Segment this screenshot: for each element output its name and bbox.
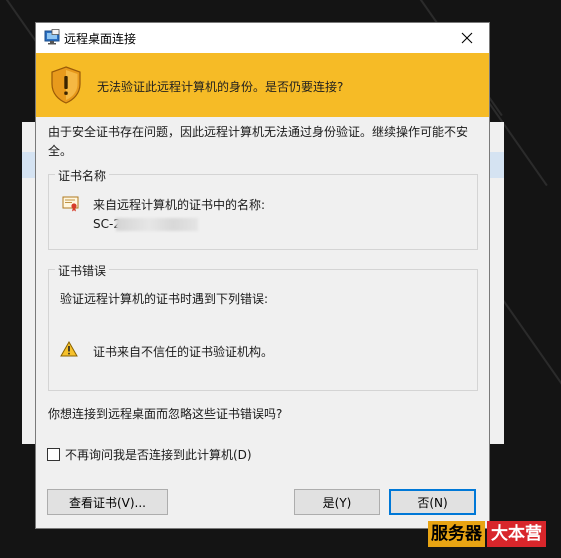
banner-message: 无法验证此远程计算机的身份。是否仍要连接? — [97, 80, 344, 94]
view-certificate-button[interactable]: 查看证书(V)... — [47, 489, 168, 515]
group-legend: 证书错误 — [55, 262, 110, 279]
error-item: 证书来自不信任的证书验证机构。 — [93, 345, 274, 359]
remote-desktop-dialog: 远程桌面连接 无法验证此远程计算机的身份。是否仍要连接? 由于安全证书存在问题，… — [35, 22, 490, 529]
watermark-text-1: 服务器 — [428, 521, 485, 547]
certificate-name-group: 证书名称 来自远程计算机的证书中的名称: SC-2 — [48, 167, 478, 250]
watermark-logo: 服务器 大本营 — [428, 520, 546, 548]
redacted-name — [116, 218, 198, 231]
close-icon — [461, 32, 473, 44]
checkbox-box[interactable] — [47, 447, 60, 461]
security-description: 由于安全证书存在问题，因此远程计算机无法通过身份验证。继续操作可能不安全。 — [48, 125, 469, 158]
certificate-icon — [62, 196, 80, 212]
certificate-name-label: 来自远程计算机的证书中的名称: — [93, 198, 266, 212]
remote-desktop-icon — [44, 29, 61, 46]
watermark-text-2: 大本营 — [487, 521, 546, 547]
title-bar: 远程桌面连接 — [36, 23, 489, 53]
certificate-errors-group: 证书错误 验证远程计算机的证书时遇到下列错误: 证书来自不信任的证书验证机构。 — [48, 262, 478, 391]
dont-ask-checkbox[interactable]: 不再询问我是否连接到此计算机(D) — [47, 446, 252, 462]
window-title: 远程桌面连接 — [64, 32, 137, 46]
group-legend: 证书名称 — [55, 167, 110, 184]
no-button[interactable]: 否(N) — [389, 489, 476, 515]
connect-question: 你想连接到远程桌面而忽略这些证书错误吗? — [48, 407, 283, 421]
warning-icon — [60, 340, 78, 357]
checkbox-label: 不再询问我是否连接到此计算机(D) — [65, 447, 252, 462]
close-button[interactable] — [445, 23, 489, 53]
yes-button[interactable]: 是(Y) — [294, 489, 380, 515]
warning-banner: 无法验证此远程计算机的身份。是否仍要连接? — [36, 53, 489, 117]
errors-intro: 验证远程计算机的证书时遇到下列错误: — [60, 292, 269, 306]
shield-warning-icon — [50, 66, 82, 104]
